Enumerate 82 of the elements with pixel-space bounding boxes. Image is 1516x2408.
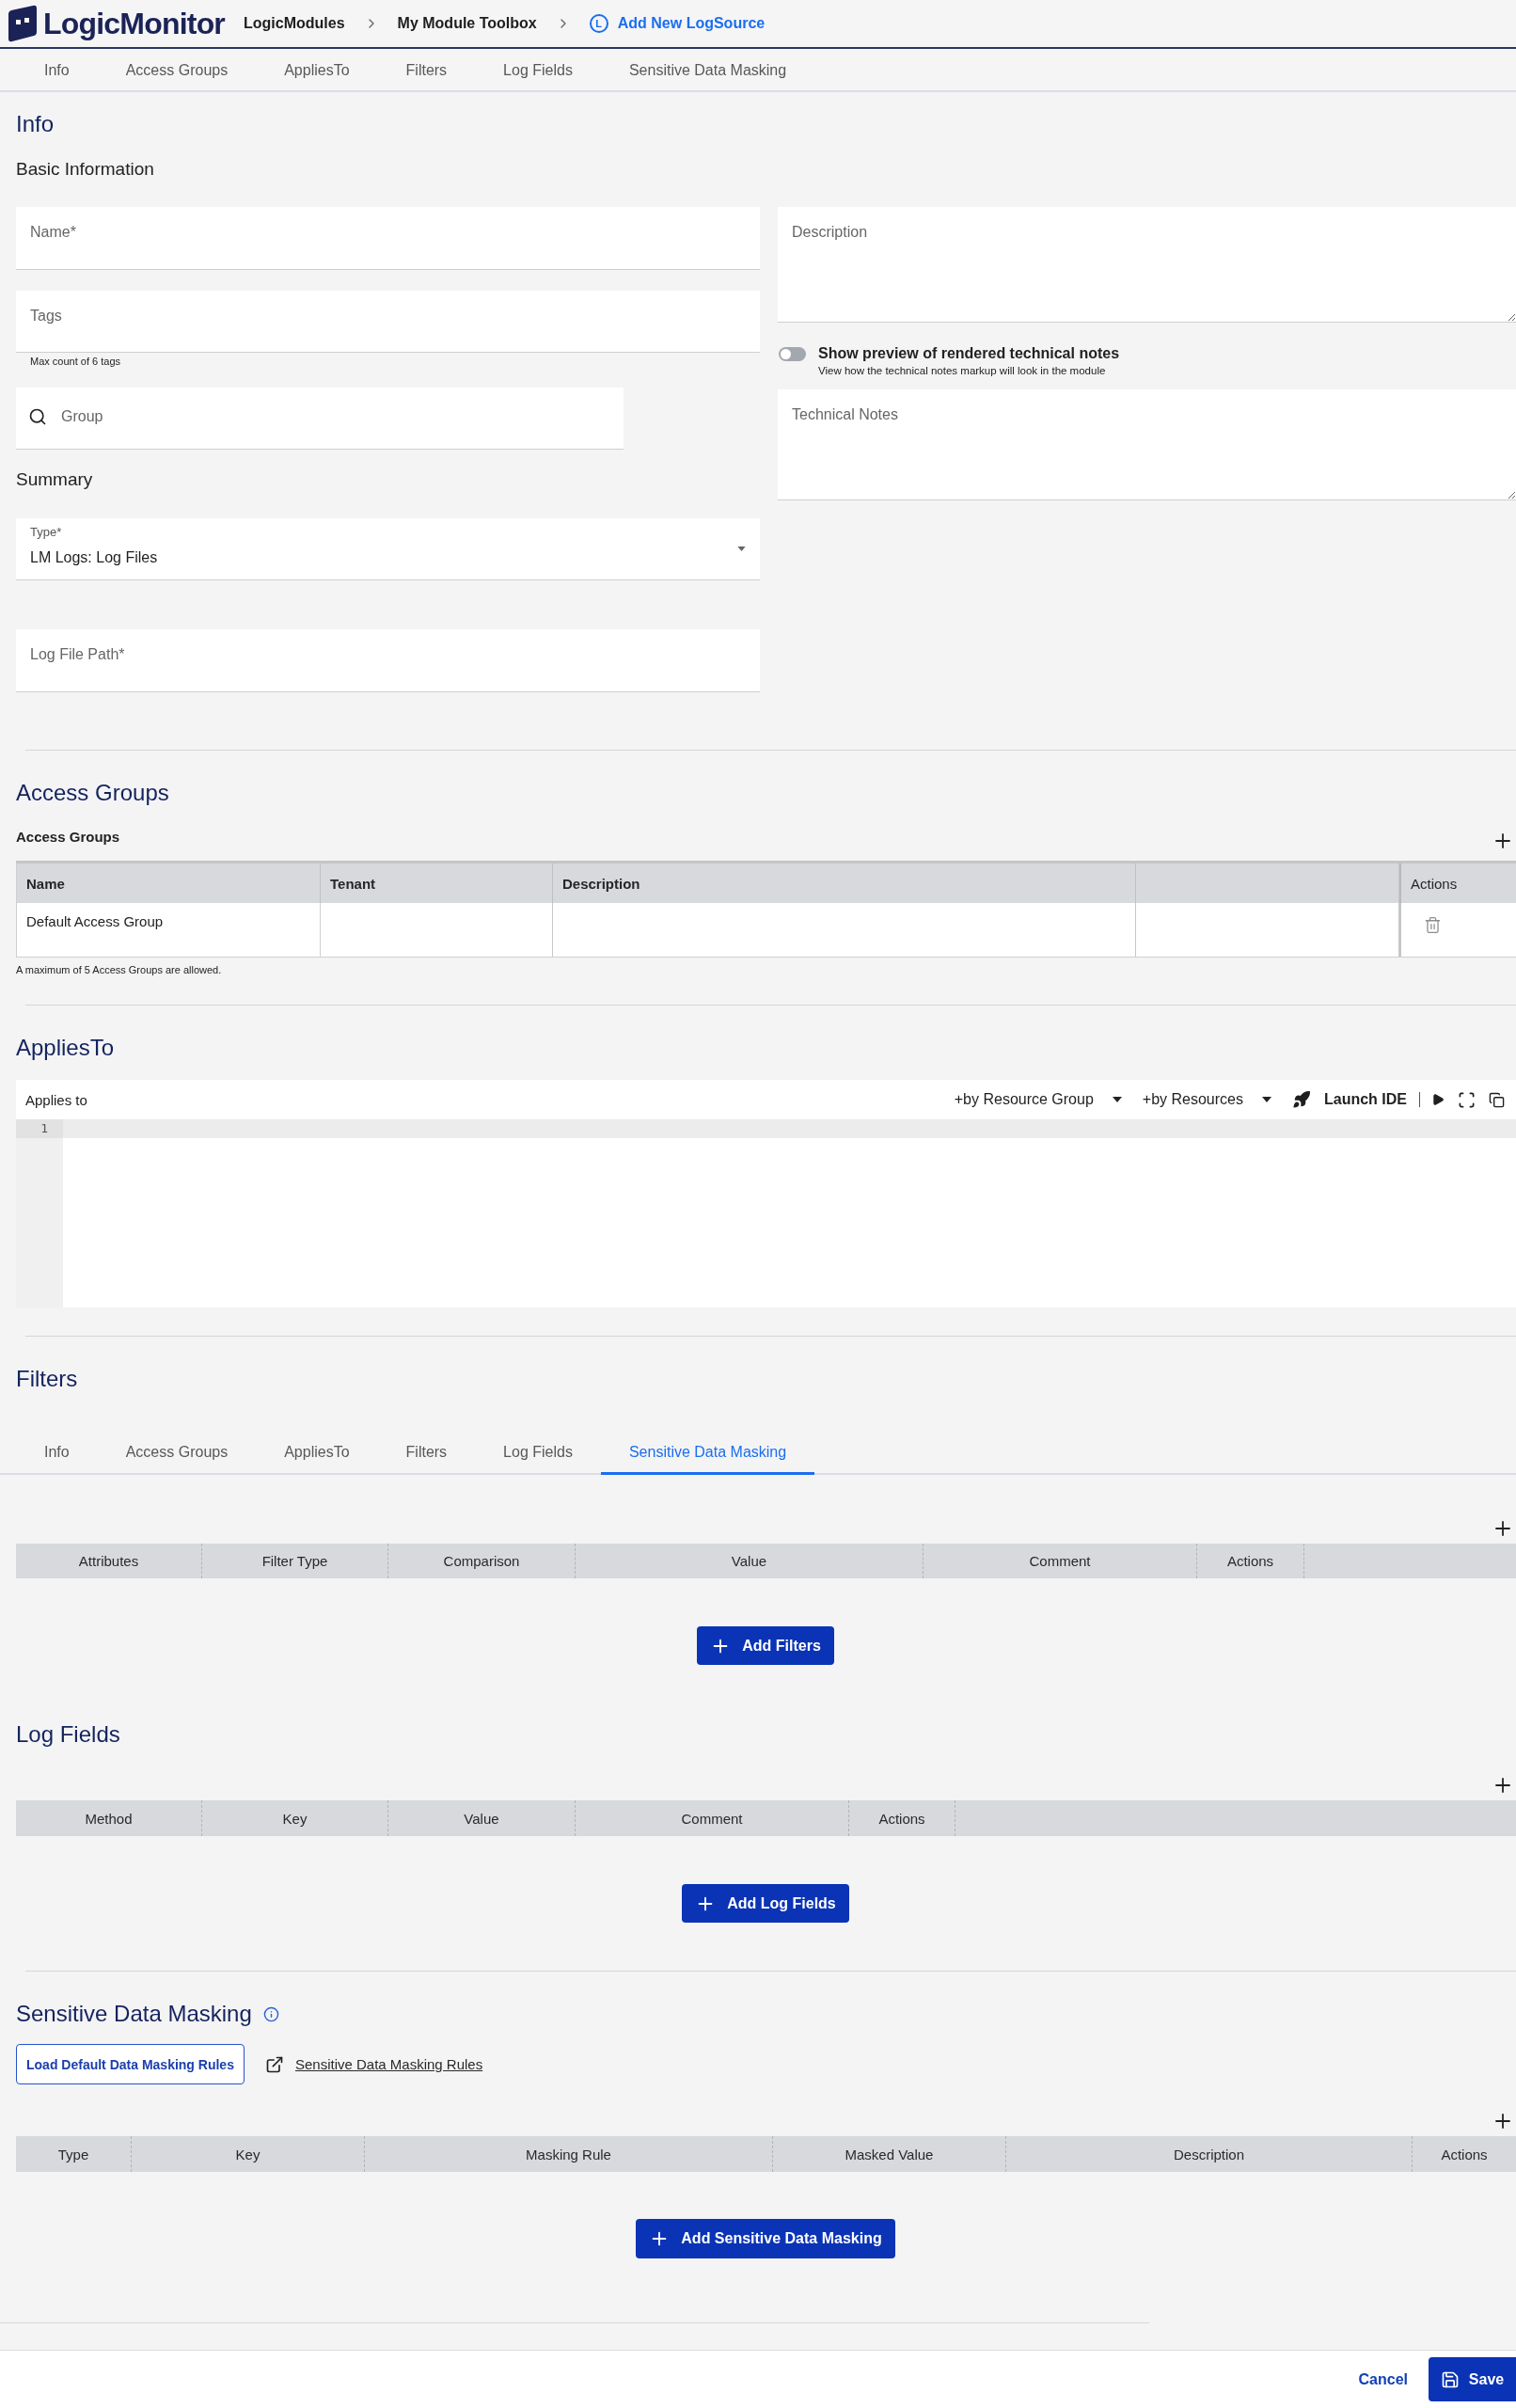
tab[interactable]: AppliesTo (256, 1430, 378, 1475)
load-rules-button[interactable]: Load Default Data Masking Rules (16, 2044, 245, 2084)
table-cell: Default Access Group (17, 903, 321, 957)
save-icon (1440, 2369, 1460, 2389)
copy-icon[interactable] (1489, 1091, 1505, 1108)
column-header: Key (202, 1800, 388, 1836)
column-header: Comment (924, 1544, 1197, 1578)
tab[interactable]: Info (16, 1430, 98, 1475)
toggle-hint: View how the technical notes markup will look in the module (818, 364, 1107, 378)
letter-circle-icon: L (589, 14, 608, 33)
fullscreen-icon[interactable] (1458, 1090, 1476, 1109)
cancel-button[interactable]: Cancel (1358, 2370, 1408, 2388)
column-header: Method (16, 1800, 202, 1836)
launch-ide-button[interactable]: Launch IDE (1292, 1090, 1407, 1109)
type-select[interactable]: Type* LM Logs: Log Files (16, 518, 760, 580)
section-title: Filters (16, 1365, 79, 1393)
description-field[interactable]: Description (778, 207, 1516, 323)
name-input-field[interactable]: Name* (16, 207, 760, 270)
subsection-title: Access Groups (16, 829, 120, 845)
caret-icon (737, 547, 746, 551)
column-header: Comment (576, 1800, 849, 1836)
logo-icon (7, 5, 38, 42)
external-link-icon (264, 2054, 284, 2074)
section-title: Log Fields (16, 1720, 121, 1749)
column-header: Filter Type (202, 1544, 388, 1578)
table-note: A maximum of 5 Access Groups are allowed. (16, 963, 223, 977)
column-header: Value (388, 1800, 576, 1836)
breadcrumb-link[interactable]: My Module Toolbox (397, 15, 537, 32)
column-header: Actions (849, 1800, 955, 1836)
save-button[interactable]: Save (1429, 2357, 1516, 2401)
breadcrumb-link[interactable]: LogicModules (244, 15, 345, 32)
tab[interactable]: Filters (377, 49, 476, 92)
tab[interactable]: Log Fields (475, 1430, 601, 1475)
column-header: Actions (1440, 2145, 1489, 2164)
subsection-title: Basic Information (16, 158, 155, 181)
dropdown-button[interactable]: +by Resource Group (954, 1091, 1122, 1108)
section-title: AppliesTo (16, 1034, 116, 1062)
rocket-icon (1292, 1090, 1311, 1109)
tab[interactable]: Sensitive Data Masking (600, 1430, 815, 1475)
section-title: Access Groups (16, 779, 170, 807)
section-title: Info (16, 110, 55, 138)
dropdown-button[interactable]: +by Resources (1142, 1091, 1271, 1108)
line-number: 1 (16, 1119, 63, 1138)
column-header: Actions (1197, 1544, 1304, 1578)
column-header: Comparison (388, 1544, 576, 1578)
column-header: Description (1006, 2136, 1413, 2172)
caret-icon (1112, 1097, 1122, 1102)
add-button[interactable]: Add Filters (697, 1626, 834, 1665)
tags-input-field[interactable]: Tags (16, 291, 760, 353)
column-header: Type (16, 2136, 132, 2172)
tab[interactable]: Info (16, 49, 98, 92)
tab[interactable]: Sensitive Data Masking (600, 49, 815, 92)
search-icon (28, 407, 47, 426)
column-header: Masking Rule (365, 2136, 773, 2172)
rules-link[interactable]: Sensitive Data Masking Rules (294, 2056, 483, 2072)
technical-notes-field[interactable]: Technical Notes (778, 389, 1516, 500)
info-icon[interactable] (262, 2005, 279, 2022)
applies-to-label: Applies to (25, 1091, 87, 1108)
subsection-title: Summary (16, 468, 94, 491)
trash-icon[interactable] (1424, 916, 1442, 934)
code-input-field[interactable]: 1 (16, 1119, 1516, 1307)
log-file-path-field[interactable]: Log File Path* (16, 629, 760, 692)
group-search-field[interactable]: Group (16, 388, 624, 450)
toggle-label: Show preview of rendered technical notes (818, 344, 1120, 363)
preview-toggle[interactable] (779, 347, 806, 361)
column-header: Key (132, 2136, 365, 2172)
tab[interactable]: Access Groups (97, 1430, 257, 1475)
add-button[interactable]: Add Sensitive Data Masking (636, 2219, 895, 2258)
section-title: Sensitive Data Masking (16, 2000, 252, 2028)
play-icon[interactable] (1431, 1093, 1445, 1106)
column-header: Attributes (16, 1544, 202, 1578)
tab[interactable]: Access Groups (97, 49, 257, 92)
caret-icon (1262, 1097, 1271, 1102)
column-header: Masked Value (773, 2136, 1006, 2172)
column-header: Value (576, 1544, 924, 1578)
tab[interactable]: Log Fields (475, 49, 601, 92)
breadcrumb-current[interactable]: Add New LogSource (617, 15, 766, 32)
field-hint: Max count of 6 tags (30, 355, 121, 369)
tab[interactable]: AppliesTo (256, 49, 378, 92)
tab[interactable]: Filters (377, 1430, 476, 1475)
add-button[interactable]: Add Log Fields (682, 1884, 849, 1923)
logo-text: LogicMonitor (43, 6, 226, 41)
